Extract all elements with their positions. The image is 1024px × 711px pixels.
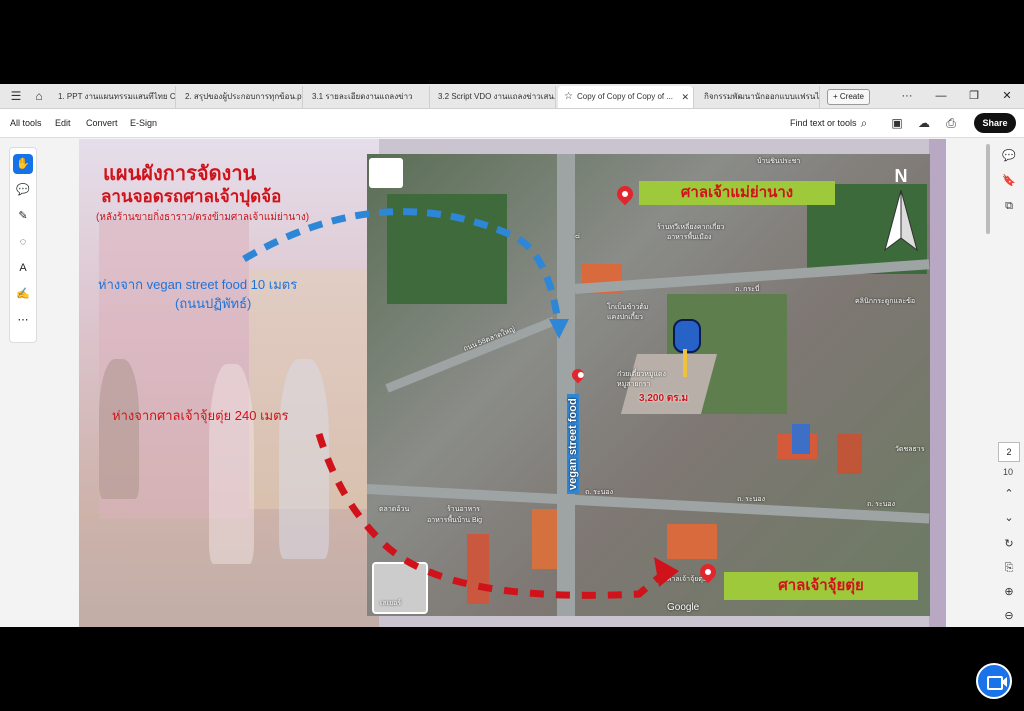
menu-all-tools[interactable]: All tools xyxy=(10,109,42,137)
maximize-icon[interactable]: ❐ xyxy=(964,88,984,104)
hamburger-menu-icon[interactable]: ☰ xyxy=(8,88,24,104)
share-button[interactable]: Share xyxy=(974,113,1016,133)
tab-label: 3.1 รายละเอียดงานแถลงข่าว xyxy=(312,92,413,101)
pdf-viewer-window: ☰ ⌂ 1. PPT งานแผนทรรมแสนทีไทย Con... 2. … xyxy=(0,84,1024,627)
print-icon[interactable]: ⎙ xyxy=(943,115,959,131)
minimize-icon[interactable]: — xyxy=(931,88,951,104)
menu-esign[interactable]: E-Sign xyxy=(130,109,157,137)
page-up-icon[interactable]: ⌃ xyxy=(1000,485,1018,503)
add-comment-icon[interactable]: 💬 xyxy=(13,180,33,200)
page-total: 10 xyxy=(1002,467,1013,477)
blue-route-line xyxy=(242,208,563,330)
zoom-out-icon[interactable]: ⊖ xyxy=(1000,607,1018,625)
right-panel: 💬 🔖 ⧉ ⌃ ⌄ ↻ ⎘ ⊕ ⊖ xyxy=(995,139,1024,627)
tab-copy-active[interactable]: ☆ Copy of Copy of Copy of ... ✕ xyxy=(558,86,694,108)
page-down-icon[interactable]: ⌄ xyxy=(1000,509,1018,527)
upload-cloud-icon[interactable]: ☁ xyxy=(916,115,932,131)
left-tool-rail: ✋ 💬 ✎ ◌ A ✍ ⋯ xyxy=(9,147,37,343)
extract-icon[interactable]: ⎘ xyxy=(1000,559,1018,577)
text-box-icon[interactable]: A xyxy=(13,258,33,278)
find-text-button[interactable]: Find text or tools xyxy=(790,109,857,137)
tab-bar: ☰ ⌂ 1. PPT งานแผนทรรมแสนทีไทย Con... 2. … xyxy=(0,84,1024,109)
pdf-page: แผนผังการจัดงาน ลานจอดรถศาลเจ้าปุดจ้อ (ห… xyxy=(79,139,946,627)
hand-tool-icon[interactable]: ✋ xyxy=(13,154,33,174)
bookmark-icon[interactable]: 🔖 xyxy=(1000,172,1018,190)
pen-icon[interactable]: ✎ xyxy=(13,206,33,226)
video-camera-button[interactable] xyxy=(976,663,1012,699)
zoom-in-icon[interactable]: ⊕ xyxy=(1000,583,1018,601)
red-route-line xyxy=(315,432,672,599)
home-icon[interactable]: ⌂ xyxy=(31,88,47,104)
close-tab-icon[interactable]: ✕ xyxy=(681,86,689,108)
comments-icon[interactable]: 💬 xyxy=(1000,147,1018,165)
tab-activity[interactable]: กิจกรรมพัฒนานักออกแบบแฟรนไ... xyxy=(698,86,820,108)
more-tools-icon[interactable]: ⋯ xyxy=(13,310,33,330)
main-toolbar: All tools Edit Convert E-Sign Find text … xyxy=(0,109,1024,138)
close-window-icon[interactable]: ✕ xyxy=(997,88,1017,104)
tab-label: 1. PPT งานแผนทรรมแสนทีไทย Con... xyxy=(58,92,176,101)
route-overlay xyxy=(242,208,679,599)
tab-label: 3.2 Script VDO งานแถลงข่าวเสน... xyxy=(438,92,556,101)
tab-ppt[interactable]: 1. PPT งานแผนทรรมแสนทีไทย Con... xyxy=(52,86,176,108)
search-icon[interactable]: ⌕ xyxy=(856,115,872,131)
tab-label: Copy of Copy of Copy of ... xyxy=(576,92,674,101)
copy-pages-icon[interactable]: ⧉ xyxy=(1000,197,1018,215)
page-number-input[interactable]: 2 xyxy=(998,442,1020,462)
rotate-icon[interactable]: ↻ xyxy=(1000,535,1018,553)
star-icon[interactable]: ☆ xyxy=(564,91,573,102)
menu-convert[interactable]: Convert xyxy=(86,109,118,137)
blue-route-arrow xyxy=(549,319,569,339)
create-button[interactable]: + Create xyxy=(827,89,870,105)
menu-edit[interactable]: Edit xyxy=(55,109,71,137)
tab-label: 2. สรุปของผู้ประกอบการทุกข้อน.pdf xyxy=(185,92,303,101)
lasso-icon[interactable]: ◌ xyxy=(13,232,33,252)
tab-summary[interactable]: 2. สรุปของผู้ประกอบการทุกข้อน.pdf xyxy=(179,86,303,108)
save-icon[interactable]: ▣ xyxy=(889,115,905,131)
scrollbar[interactable] xyxy=(986,144,990,234)
more-options-icon[interactable]: ··· xyxy=(897,88,917,104)
tab-details[interactable]: 3.1 รายละเอียดงานแถลงข่าว xyxy=(306,86,430,108)
tab-label: กิจกรรมพัฒนานักออกแบบแฟรนไ... xyxy=(704,92,820,101)
signature-icon[interactable]: ✍ xyxy=(13,284,33,304)
tab-script[interactable]: 3.2 Script VDO งานแถลงข่าวเสน... xyxy=(432,86,556,108)
create-label: Create xyxy=(839,92,864,101)
